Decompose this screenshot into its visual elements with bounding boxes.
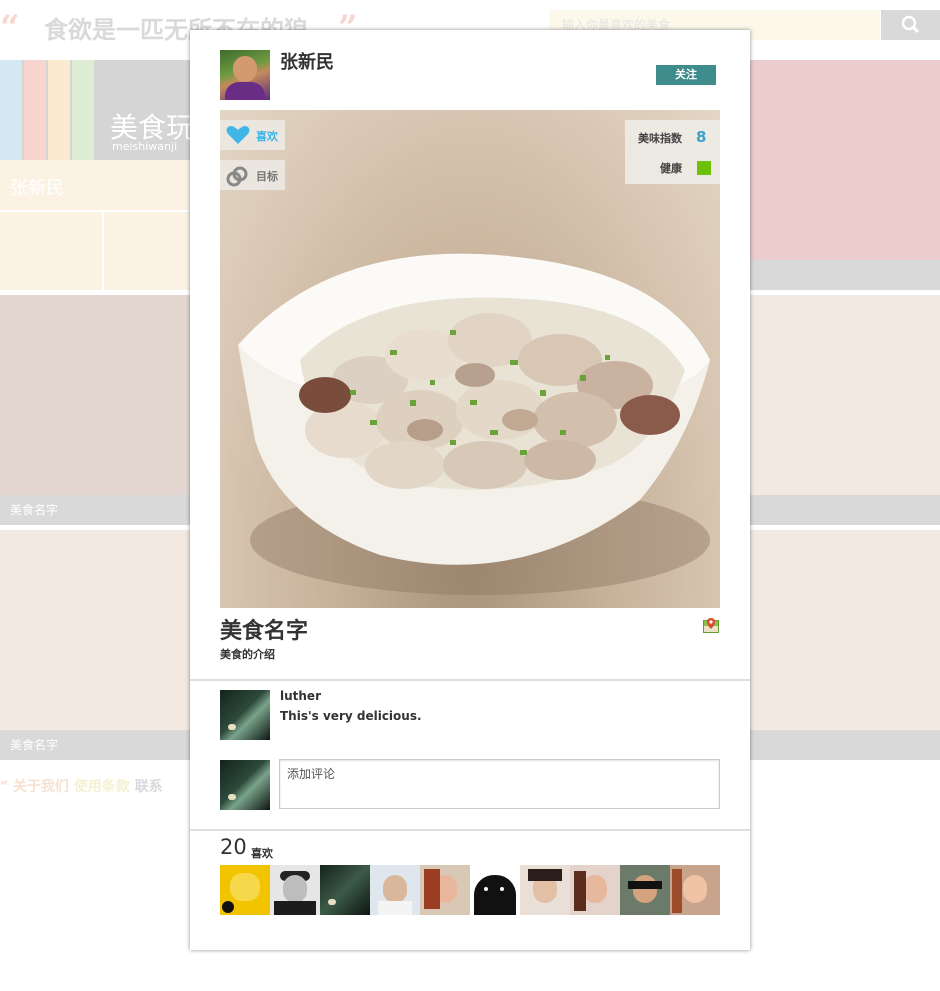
- bg-stat-box: [104, 212, 190, 290]
- health-label: 健康: [660, 162, 682, 175]
- liker-avatar[interactable]: [520, 865, 570, 915]
- avatar-face: [233, 56, 257, 82]
- likes-label: 喜欢: [251, 847, 273, 860]
- add-comment-input[interactable]: [279, 759, 720, 809]
- like-button-label: 喜欢: [256, 130, 278, 143]
- avatar-detail: [672, 869, 682, 913]
- avatar-detail: [500, 887, 504, 891]
- food-photo: 喜欢 目标 美味指数 8 健康: [220, 110, 720, 608]
- liker-avatar[interactable]: [220, 865, 270, 915]
- likers-list: [220, 865, 720, 915]
- avatar-detail: [228, 724, 236, 730]
- avatar-detail: [222, 901, 234, 913]
- liker-avatar[interactable]: [670, 865, 720, 915]
- liker-avatar[interactable]: [570, 865, 620, 915]
- food-detail-modal: 张新民 关注 喜欢 目标 美味指数 8 健康 美食名字 美食的介绍 luther…: [190, 30, 750, 950]
- footer-link-about[interactable]: 关于我们: [13, 779, 69, 795]
- avatar-figure: [383, 875, 407, 903]
- avatar-figure: [633, 875, 657, 903]
- bg-food-tile: [0, 295, 190, 495]
- health-indicator: [697, 161, 711, 175]
- section-divider: [190, 679, 750, 681]
- avatar-detail: [528, 869, 562, 881]
- bg-tile-caption: 美食名字: [0, 730, 190, 760]
- footer-quote-mark: “: [0, 779, 9, 795]
- follow-button[interactable]: 关注: [656, 65, 716, 85]
- liker-avatar[interactable]: [620, 865, 670, 915]
- footer-links: “ 关于我们 使用条款 联系: [0, 776, 163, 796]
- avatar-shirt: [225, 82, 265, 100]
- bg-food-tile: [750, 295, 940, 495]
- avatar-detail: [328, 899, 336, 905]
- bg-user-name: 张新民: [10, 178, 64, 199]
- taste-score-value: 8: [696, 128, 707, 146]
- like-button[interactable]: 喜欢: [220, 120, 285, 150]
- liker-avatar[interactable]: [270, 865, 320, 915]
- avatar-detail: [484, 887, 488, 891]
- author-avatar[interactable]: [220, 50, 270, 100]
- bg-tile-caption: [750, 495, 940, 525]
- avatar-detail: [574, 871, 586, 911]
- score-panel: 美味指数 8 健康: [625, 120, 720, 184]
- comment-author-name[interactable]: luther: [280, 689, 321, 703]
- food-title: 美食名字: [220, 619, 309, 644]
- clam-dish-illustration: [238, 253, 710, 595]
- footer-link-contact[interactable]: 联系: [135, 779, 163, 795]
- quote-open-mark: “: [0, 8, 20, 48]
- comment-author-avatar[interactable]: [220, 690, 270, 740]
- section-divider: [190, 829, 750, 831]
- food-description: 美食的介绍: [220, 648, 275, 661]
- avatar-detail: [274, 901, 316, 915]
- avatar-detail: [378, 901, 412, 915]
- bg-tile-caption: [750, 730, 940, 760]
- liker-avatar[interactable]: [370, 865, 420, 915]
- avatar-figure: [474, 875, 516, 915]
- bg-food-tile: [750, 60, 940, 260]
- current-user-avatar: [220, 760, 270, 810]
- heart-icon: [226, 126, 250, 144]
- likes-count: 20: [220, 835, 247, 859]
- bg-stat-box: [0, 212, 102, 290]
- bg-food-tile: [750, 530, 940, 730]
- comment-text: This's very delicious.: [280, 709, 422, 723]
- liker-avatar[interactable]: [320, 865, 370, 915]
- avatar-figure: [283, 875, 307, 903]
- avatar-figure: [230, 873, 260, 901]
- footer-link-terms[interactable]: 使用条款: [74, 779, 130, 795]
- target-button-label: 目标: [256, 170, 278, 183]
- link-icon: [226, 166, 248, 187]
- avatar-detail: [424, 869, 440, 909]
- bg-tile-caption: [750, 260, 940, 290]
- map-pin-icon[interactable]: [703, 617, 719, 633]
- bg-food-tile: [0, 530, 190, 730]
- search-button[interactable]: [881, 10, 940, 40]
- taste-score-label: 美味指数: [638, 132, 682, 145]
- author-name[interactable]: 张新民: [280, 48, 334, 74]
- bg-tile-caption: 美食名字: [0, 495, 190, 525]
- liker-avatar[interactable]: [420, 865, 470, 915]
- target-button[interactable]: 目标: [220, 160, 285, 190]
- avatar-figure: [683, 875, 707, 903]
- brand-subtitle: meishiwanji: [112, 140, 178, 153]
- avatar-figure: [583, 875, 607, 903]
- search-icon: [901, 15, 920, 34]
- avatar-detail: [228, 794, 236, 800]
- liker-avatar[interactable]: [470, 865, 520, 915]
- avatar-detail: [628, 881, 662, 889]
